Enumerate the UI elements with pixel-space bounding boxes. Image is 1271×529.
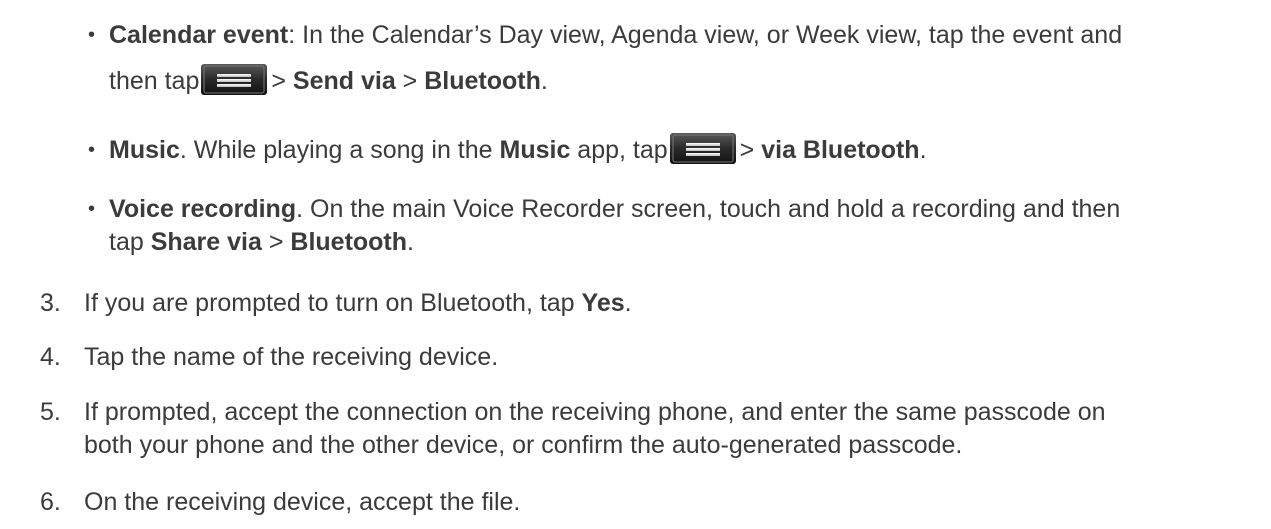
bullet-dot: • [88,24,96,46]
step-number: 3. [40,289,61,317]
step-number: 6. [40,488,61,516]
step-text: On the receiving device, accept the file… [84,488,521,516]
step-text: If you are prompted to turn on Bluetooth… [84,289,632,317]
step-5: 5. If prompted, accept the connection on… [40,393,1260,459]
step-number: 4. [40,343,61,371]
step-4: 4. Tap the name of the receiving device. [40,338,1260,377]
bullet-calendar-event: • Calendar event: In the Calendar’s Day … [88,16,1259,101]
menu-key-icon [669,133,736,164]
menu-key-icon [201,64,268,95]
step-text: Tap the name of the receiving device. [84,343,499,371]
bullet-dot: • [88,139,96,161]
bullet-dot: • [88,198,96,220]
bullet-line-2: then tap > Send via > Bluetooth. [109,62,1259,101]
term-voice-recording: Voice recording [109,195,297,223]
term-calendar-event: Calendar event [109,21,289,49]
bullet-line-1: Calendar event: In the Calendar’s Day vi… [109,21,1123,49]
bullet-music: • Music. While playing a song in the Mus… [88,131,1259,170]
bullet-line-1: Music. While playing a song in the Music… [109,131,1259,170]
step-text: If prompted, accept the connection on th… [84,398,1106,459]
step-number: 5. [40,398,61,426]
step-3: 3. If you are prompted to turn on Blueto… [40,284,1260,323]
term-music: Music [109,136,180,164]
bullet-voice-recording: • Voice recording. On the main Voice Rec… [88,190,1259,262]
step-6: 6. On the receiving device, accept the f… [40,483,1260,522]
